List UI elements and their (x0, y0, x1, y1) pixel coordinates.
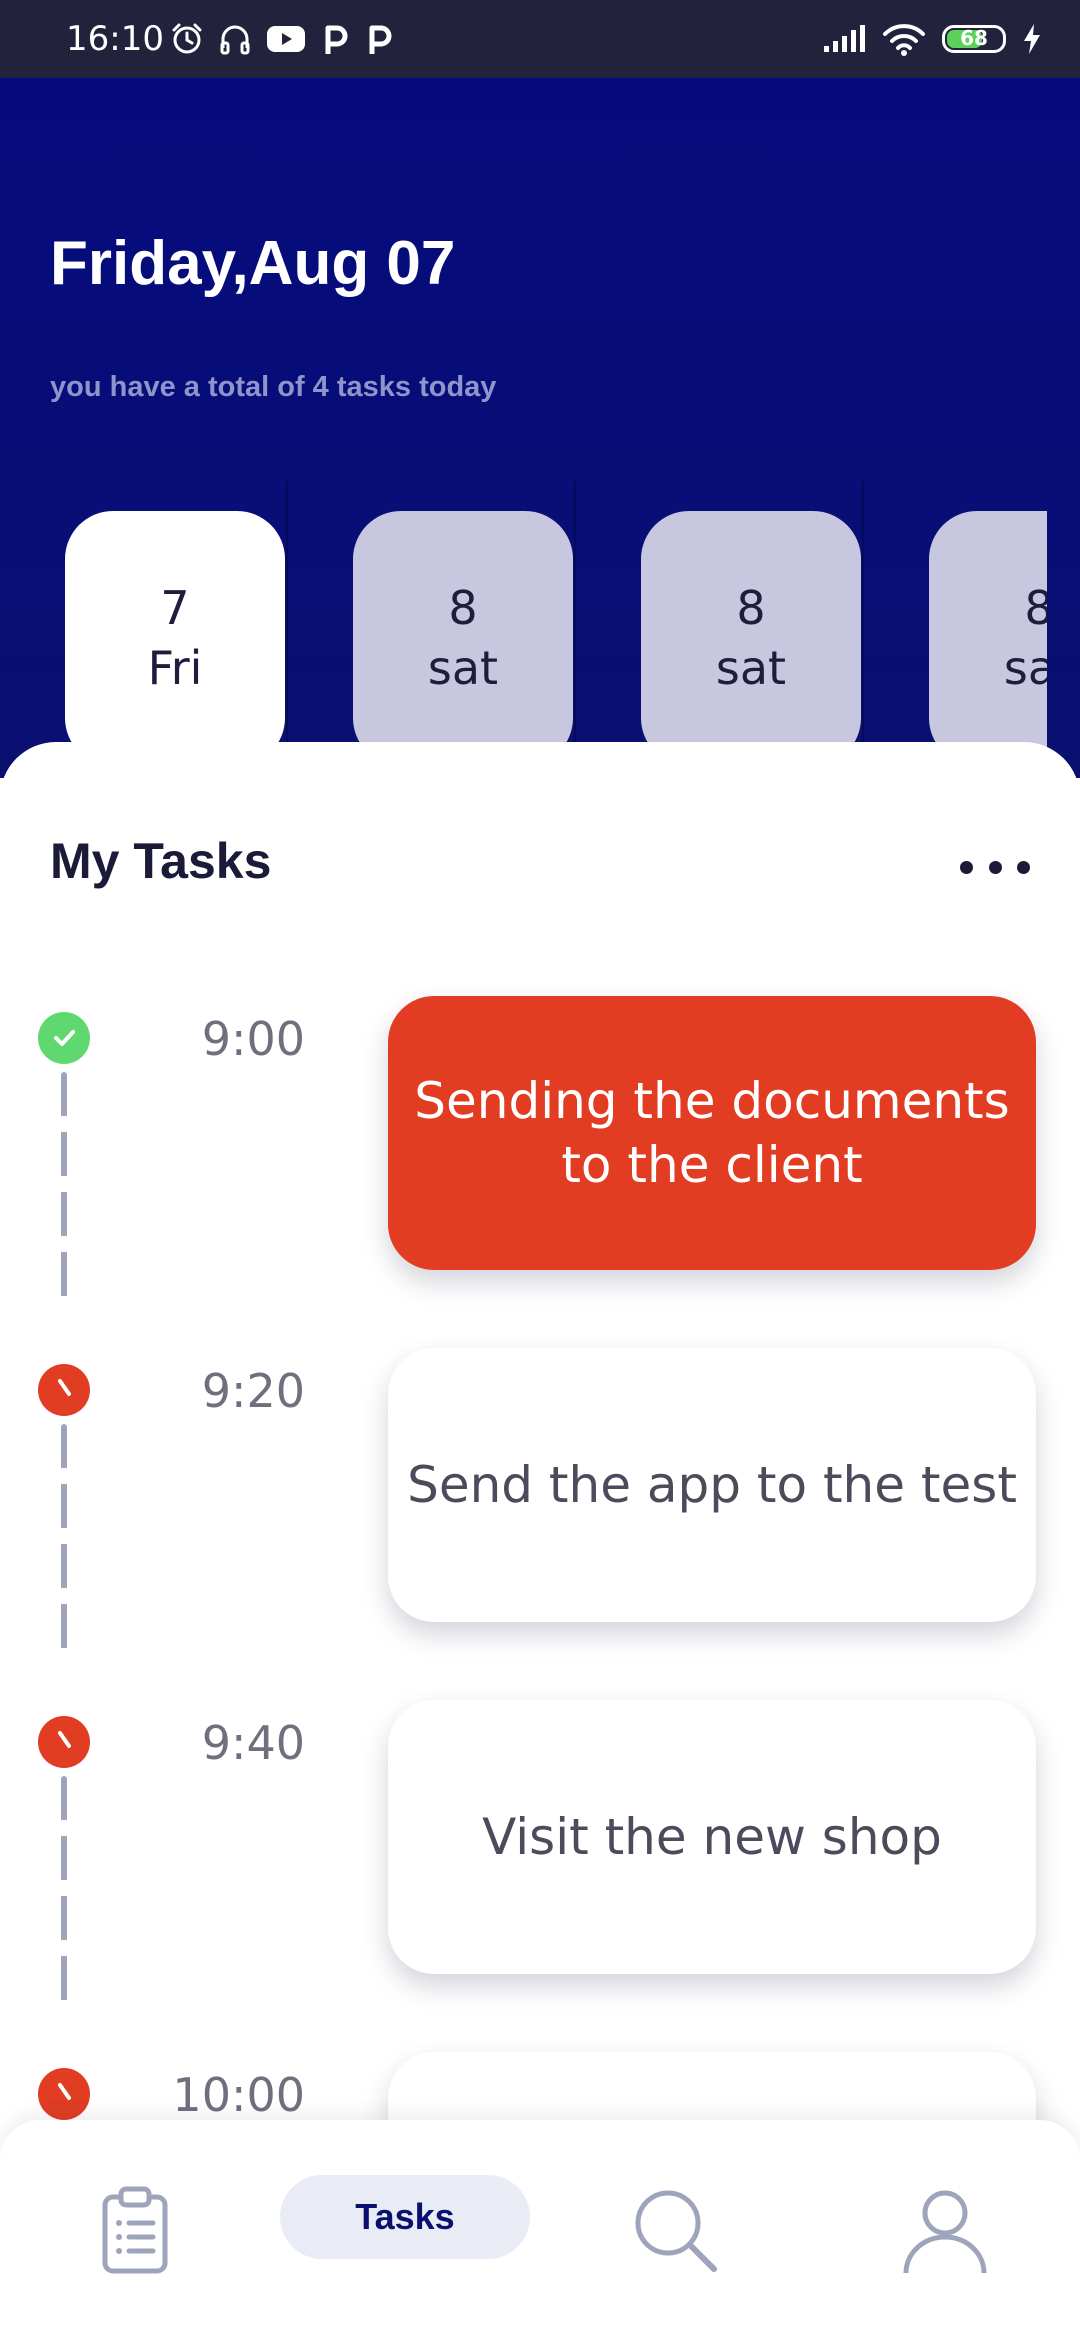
more-dot-icon (988, 860, 1002, 874)
task-time: 9:40 (201, 1716, 305, 1770)
nav-profile[interactable] (890, 2175, 1000, 2285)
user-icon (903, 2190, 987, 2274)
charging-icon (1024, 24, 1040, 54)
clipboard-icon (102, 2186, 168, 2274)
day-weekday: sat (1003, 640, 1047, 695)
page-title: Friday,Aug 07 (50, 229, 456, 298)
parking-app-icon (325, 25, 348, 54)
signal-icon (824, 25, 865, 52)
task-card[interactable]: Visit the new shop (388, 1700, 1036, 1974)
task-time: 10:00 (172, 2068, 305, 2122)
day-weekday: sat (427, 640, 499, 695)
section-title: My Tasks (50, 833, 272, 889)
more-dot-icon (960, 860, 973, 874)
status-bar: 16:10 68 (0, 0, 1080, 78)
wifi-icon (883, 24, 925, 56)
day-card[interactable]: 8 sat (353, 511, 573, 766)
clock-icon (38, 2068, 90, 2120)
nav-clipboard[interactable] (80, 2175, 190, 2285)
nav-tasks-tab[interactable]: Tasks (280, 2175, 530, 2259)
timeline-line (61, 1072, 67, 1302)
day-card[interactable]: 8 sat (929, 511, 1047, 766)
day-card[interactable]: 7 Fri (65, 511, 285, 766)
timeline-line (61, 1776, 67, 2006)
task-row: 9:40 Visit the new shop (0, 1700, 1080, 2016)
task-card[interactable]: Send the app to the test (388, 1348, 1036, 1622)
day-number: 8 (448, 580, 478, 635)
task-summary: you have a total of 4 tasks today (50, 371, 497, 403)
task-row: 9:20 Send the app to the test (0, 1348, 1080, 1664)
task-row: 9:00 Sending the documents to the client (0, 996, 1080, 1312)
parking-app-icon-2 (369, 25, 392, 54)
battery-icon: 68 (942, 25, 1006, 53)
header: Friday,Aug 07 you have a total of 4 task… (0, 78, 1080, 801)
day-weekday: Fri (147, 640, 203, 695)
clock-icon (38, 1364, 90, 1416)
system-icons: 68 (822, 0, 1042, 78)
headphones-icon (220, 25, 250, 55)
youtube-icon (267, 26, 305, 52)
status-time: 16:10 (66, 19, 164, 59)
tasks-sheet: My Tasks 9:00 Sending the documents to t… (0, 742, 1080, 2340)
task-time: 9:20 (201, 1364, 305, 1418)
more-options-button[interactable] (960, 842, 1030, 892)
day-weekday: sat (715, 640, 787, 695)
alarm-icon (172, 23, 202, 54)
nav-tasks-label: Tasks (355, 2196, 455, 2237)
task-title: Sending the documents to the client (414, 1072, 1010, 1194)
task-title: Send the app to the test (407, 1456, 1017, 1514)
bottom-navigation: Tasks (0, 2120, 1080, 2340)
notification-icons (170, 0, 394, 78)
day-card[interactable]: 8 sat (641, 511, 861, 766)
clock-icon (38, 1716, 90, 1768)
task-title: Visit the new shop (482, 1808, 942, 1866)
day-number: 8 (1024, 580, 1047, 635)
timeline-line (61, 1424, 67, 1654)
day-number: 8 (736, 580, 766, 635)
nav-search[interactable] (620, 2175, 730, 2285)
more-dot-icon (1017, 860, 1030, 874)
day-number: 7 (160, 580, 190, 635)
task-time: 9:00 (201, 1012, 305, 1066)
search-icon (635, 2190, 717, 2272)
task-card[interactable]: Sending the documents to the client (388, 996, 1036, 1270)
battery-level: 68 (960, 26, 988, 50)
check-icon (38, 1012, 90, 1064)
